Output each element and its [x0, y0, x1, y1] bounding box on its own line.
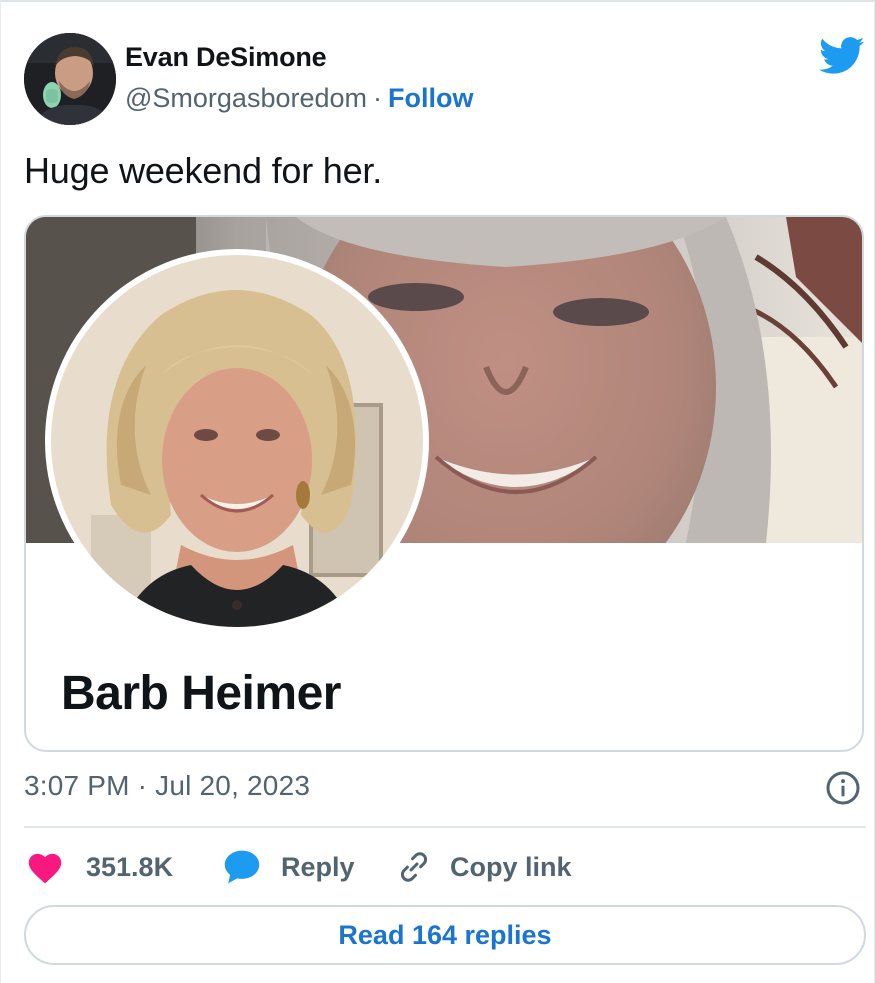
tweet-timestamp[interactable]: 3:07 PM · Jul 20, 2023: [24, 770, 310, 802]
separator-dot: ·: [373, 83, 383, 113]
tweet-text: Huge weekend for her.: [24, 150, 383, 191]
profile-avatar[interactable]: [45, 249, 429, 633]
info-icon[interactable]: [825, 770, 861, 806]
heart-icon: [28, 853, 62, 884]
speech-bubble-icon: [224, 850, 260, 884]
follow-link[interactable]: Follow: [388, 83, 473, 113]
reply-button[interactable]: Reply: [223, 847, 355, 887]
like-count: 351.8K: [86, 851, 174, 882]
author-avatar-image: [24, 33, 116, 125]
twitter-bird-icon[interactable]: [819, 36, 865, 76]
profile-avatar-image: [51, 255, 423, 627]
author-handle[interactable]: @Smorgasboredom: [125, 83, 367, 113]
divider: [24, 826, 866, 828]
profile-card-name[interactable]: Barb Heimer: [61, 666, 341, 721]
reply-label: Reply: [281, 851, 355, 882]
author-avatar[interactable]: [24, 33, 116, 125]
link-icon: [400, 852, 428, 882]
like-button[interactable]: 351.8K: [26, 847, 173, 887]
read-replies-button[interactable]: Read 164 replies: [24, 905, 866, 965]
author-meta: @Smorgasboredom · Follow: [125, 83, 474, 114]
copy-link-label: Copy link: [450, 851, 572, 882]
author-name[interactable]: Evan DeSimone: [125, 42, 327, 73]
copy-link-button[interactable]: Copy link: [396, 847, 572, 887]
tweet-embed: Evan DeSimone @Smorgasboredom · Follow Hug…: [0, 0, 875, 983]
